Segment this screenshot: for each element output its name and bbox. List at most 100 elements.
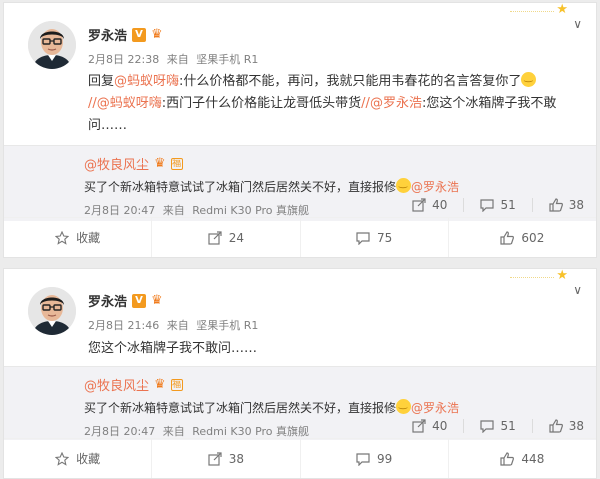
- forward-count: 38: [228, 451, 245, 466]
- repost-forward-count: 40: [432, 198, 448, 212]
- thumb-up-icon: [549, 198, 563, 212]
- mention-link[interactable]: @罗永浩: [411, 180, 459, 194]
- repost-separator: //: [88, 96, 97, 111]
- comment-icon: [356, 231, 370, 245]
- avatar[interactable]: [28, 21, 76, 69]
- laugh-emoji-icon: [396, 399, 412, 414]
- verified-badge-icon: V: [132, 293, 147, 308]
- crown-icon: ♛: [154, 156, 166, 171]
- star-icon: ★: [556, 268, 568, 283]
- post-text: 您这个冰箱牌子我不敢问……: [88, 341, 258, 356]
- repost-stats: 40 51 38: [396, 198, 584, 212]
- post-source: 坚果手机 R1: [196, 53, 259, 66]
- reply-prefix: 回复: [88, 74, 115, 89]
- repost-forward-button[interactable]: 40: [396, 198, 465, 212]
- like-button[interactable]: 602: [449, 218, 596, 257]
- chevron-down-icon[interactable]: ∨: [573, 283, 582, 297]
- repost-comment-button[interactable]: 51: [464, 198, 533, 212]
- decoration-star-line: ★: [510, 3, 568, 19]
- comment-icon: [480, 420, 495, 433]
- repost-via: 来自: [162, 204, 185, 217]
- comment-count: 75: [376, 230, 393, 245]
- post-via: 来自: [166, 319, 189, 332]
- repost-like-button[interactable]: 38: [533, 419, 584, 433]
- repost-forward-count: 40: [432, 419, 448, 433]
- repost-meta: 2月8日 20:47 来自 Redmi K30 Pro 真旗舰: [84, 423, 313, 439]
- share-icon: [208, 451, 222, 466]
- repost-date[interactable]: 2月8日 20:47: [84, 204, 155, 217]
- repost-author-name[interactable]: @牧良风尘: [84, 154, 149, 173]
- mention-link[interactable]: @罗永浩: [370, 96, 422, 111]
- member-tag-icon: 福: [170, 378, 183, 391]
- comment-button[interactable]: 75: [301, 218, 449, 257]
- star-outline-icon: [55, 451, 70, 466]
- crown-icon: ♛: [151, 293, 163, 308]
- comment-icon: [480, 199, 495, 212]
- weibo-post-card: ★ ∨ 罗永浩 V ♛ 2月8日 21:46 来自 坚果手机 R1 您这个冰箱牌…: [3, 268, 597, 479]
- repost-comment-count: 51: [500, 419, 516, 433]
- repost-author-row: @牧良风尘 ♛ 福: [84, 154, 183, 173]
- collect-label: 收藏: [76, 231, 101, 245]
- repost-text: 买了个新冰箱特意试试了冰箱门然后居然关不好，直接报修 @罗永浩: [84, 399, 459, 416]
- mention-link[interactable]: @蚂蚁呀嗨: [114, 74, 179, 89]
- like-button[interactable]: 448: [449, 439, 596, 478]
- action-bar: 收藏 38 99 448: [4, 438, 596, 478]
- share-icon: [208, 230, 222, 245]
- repost-source: Redmi K30 Pro 真旗舰: [192, 204, 310, 217]
- post-date[interactable]: 2月8日 22:38: [88, 53, 159, 66]
- comment-button[interactable]: 99: [301, 439, 449, 478]
- repost-meta: 2月8日 20:47 来自 Redmi K30 Pro 真旗舰: [84, 202, 313, 218]
- post-source: 坚果手机 R1: [196, 319, 259, 332]
- collect-label: 收藏: [76, 452, 101, 466]
- crown-icon: ♛: [154, 377, 166, 392]
- repost-author-name[interactable]: @牧良风尘: [84, 375, 149, 394]
- post-date[interactable]: 2月8日 21:46: [88, 319, 159, 332]
- repost-forward-button[interactable]: 40: [396, 419, 465, 433]
- post-via: 来自: [166, 53, 189, 66]
- share-icon: [412, 198, 426, 212]
- share-icon: [412, 419, 426, 433]
- comment-count: 99: [376, 451, 393, 466]
- thumb-up-icon: [500, 451, 515, 466]
- smile-emoji-icon: [521, 72, 537, 87]
- repost-date[interactable]: 2月8日 20:47: [84, 425, 155, 438]
- repost-like-button[interactable]: 38: [533, 198, 584, 212]
- repost-source: Redmi K30 Pro 真旗舰: [192, 425, 310, 438]
- post-body: 回复@蚂蚁呀嗨:什么价格都不能，再问，我就只能用韦春花的名言答复你了 //@蚂蚁…: [88, 71, 582, 137]
- mention-link[interactable]: @罗永浩: [411, 401, 459, 415]
- laugh-emoji-icon: [396, 178, 412, 193]
- repost-box[interactable]: @牧良风尘 ♛ 福 买了个新冰箱特意试试了冰箱门然后居然关不好，直接报修 @罗永浩…: [4, 145, 596, 221]
- comment-icon: [356, 452, 370, 466]
- author-name[interactable]: 罗永浩: [88, 291, 127, 310]
- repost-content: 买了个新冰箱特意试试了冰箱门然后居然关不好，直接报修: [84, 401, 397, 415]
- post-text: :西门子什么价格能让龙哥低头带货: [161, 96, 362, 111]
- post-meta: 2月8日 21:46 来自 坚果手机 R1: [88, 317, 262, 333]
- crown-icon: ♛: [151, 27, 163, 42]
- repost-comment-button[interactable]: 51: [464, 419, 533, 433]
- thumb-up-icon: [549, 419, 563, 433]
- author-row: 罗永浩 V ♛: [88, 25, 163, 44]
- collect-button[interactable]: 收藏: [4, 218, 153, 257]
- mention-link[interactable]: @蚂蚁呀嗨: [97, 96, 162, 111]
- verified-badge-icon: V: [132, 27, 147, 42]
- repost-stats: 40 51 38: [396, 419, 584, 433]
- thumb-up-icon: [500, 230, 515, 245]
- chevron-down-icon[interactable]: ∨: [573, 17, 582, 31]
- author-name[interactable]: 罗永浩: [88, 25, 127, 44]
- weibo-post-card: ★ ∨ 罗永浩 V ♛ 2月8日 22:38 来自 坚果手机 R1 回复@蚂蚁呀…: [3, 2, 597, 258]
- repost-like-count: 38: [568, 419, 584, 433]
- forward-button[interactable]: 38: [152, 439, 301, 478]
- post-meta: 2月8日 22:38 来自 坚果手机 R1: [88, 51, 262, 67]
- like-count: 602: [521, 230, 545, 245]
- member-tag-icon: 福: [170, 157, 183, 170]
- avatar[interactable]: [28, 287, 76, 335]
- repost-box[interactable]: @牧良风尘 ♛ 福 买了个新冰箱特意试试了冰箱门然后居然关不好，直接报修 @罗永浩…: [4, 366, 596, 440]
- author-row: 罗永浩 V ♛: [88, 291, 163, 310]
- decoration-star-line: ★: [510, 268, 568, 285]
- collect-button[interactable]: 收藏: [4, 439, 153, 478]
- forward-count: 24: [228, 230, 245, 245]
- forward-button[interactable]: 24: [152, 218, 301, 257]
- post-body: 您这个冰箱牌子我不敢问……: [88, 338, 582, 360]
- star-outline-icon: [55, 230, 70, 245]
- repost-text: 买了个新冰箱特意试试了冰箱门然后居然关不好，直接报修 @罗永浩: [84, 178, 459, 195]
